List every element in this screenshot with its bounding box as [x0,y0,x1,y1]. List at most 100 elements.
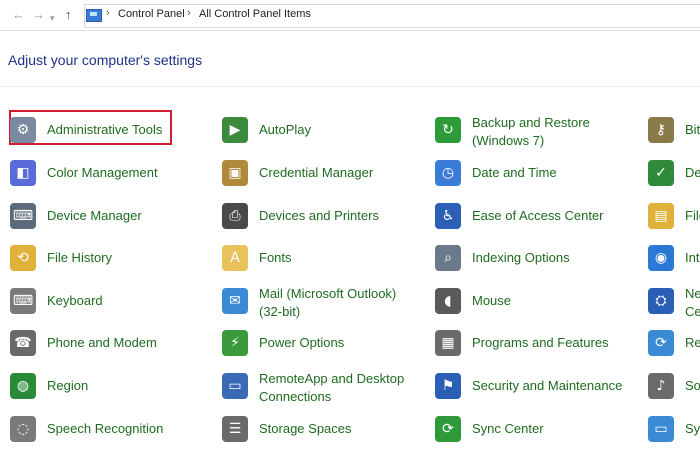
control-panel-item-label[interactable]: Programs and Features [472,334,609,352]
control-panel-item[interactable]: ▭ RemoteApp and Desktop Connections [222,370,427,412]
control-panel-item-label[interactable]: Speech Recognition [47,420,163,438]
control-panel-item-label[interactable]: Ne Ce [685,285,700,321]
control-panel-item[interactable]: ▤ File [648,200,700,242]
control-panel-item[interactable]: ⚙ Administrative Tools [10,114,215,156]
control-panel-item-label[interactable]: File [685,207,700,225]
breadcrumb-control-panel[interactable]: Control Panel [118,8,185,20]
icon-glyph: ▦ [441,335,455,351]
icon-glyph: ⌨ [12,208,34,224]
control-panel-item[interactable]: ⚡ Power Options [222,327,427,369]
control-panel-item[interactable]: A Fonts [222,242,427,284]
control-panel-item-label[interactable]: Phone and Modem [47,334,157,352]
control-panel-item-label[interactable]: Color Management [47,164,158,182]
icon-glyph: A [230,250,240,266]
backup-restore-icon: ↻ [435,117,461,143]
indexing-options-icon: ⌕ [435,245,461,271]
icon-glyph: ⌕ [444,250,452,266]
control-panel-item[interactable]: ◖ Mouse [435,285,640,327]
control-panel-item-label[interactable]: Sync Center [472,420,544,438]
icon-glyph: ⚑ [441,378,455,394]
control-panel-item-label[interactable]: Int [685,249,699,267]
control-panel-item-label[interactable]: Indexing Options [472,249,570,267]
page-title: Adjust your computer's settings [8,52,203,68]
credential-manager-icon: ▣ [222,160,248,186]
control-panel-item-label[interactable]: Keyboard [47,292,103,310]
control-panel-item-label[interactable]: AutoPlay [259,121,311,139]
control-panel-item[interactable]: ✉ Mail (Microsoft Outlook) (32-bit) [222,285,427,327]
up-arrow-icon[interactable]: ↑ [65,7,72,23]
back-arrow-icon[interactable]: ← [12,7,25,23]
control-panel-item[interactable]: ⚑ Security and Maintenance [435,370,640,412]
control-panel-item-label[interactable]: Date and Time [472,164,557,182]
control-panel-item[interactable]: ↻ Backup and Restore (Windows 7) [435,114,640,156]
control-panel-item[interactable]: ☎ Phone and Modem [10,327,215,369]
control-panel-item-label[interactable]: Power Options [259,334,344,352]
control-panel-item-label[interactable]: Device Manager [47,207,142,225]
icon-glyph: ⌨ [12,293,34,309]
icon-glyph: ⟳ [442,421,454,437]
devices-printers-icon: ⎙ [222,203,248,229]
control-panel-item-label[interactable]: Mail (Microsoft Outlook) (32-bit) [259,285,396,321]
control-panel-item[interactable]: ◷ Date and Time [435,157,640,199]
label-line: (32-bit) [259,304,301,319]
chevron-down-icon[interactable]: ▾ [50,10,55,26]
control-panel-item[interactable]: ▭ Sy [648,413,700,455]
control-panel-item[interactable]: ⎙ Devices and Printers [222,200,427,242]
control-panel-item-label[interactable]: Administrative Tools [47,121,162,139]
control-panel-item[interactable]: ♿ Ease of Access Center [435,200,640,242]
control-panel-item-label[interactable]: Region [47,377,88,395]
file-explorer-options-icon: ▤ [648,203,674,229]
icon-glyph: ◌ [16,421,30,437]
sound-icon: ♪ [648,373,674,399]
fonts-icon: A [222,245,248,271]
control-panel-item-label[interactable]: Credential Manager [259,164,373,182]
control-panel-item[interactable]: ▣ Credential Manager [222,157,427,199]
control-panel-item[interactable]: ♪ So [648,370,700,412]
breadcrumb-separator-icon[interactable]: › [106,7,110,19]
control-panel-item[interactable]: ▦ Programs and Features [435,327,640,369]
control-panel-item-label[interactable]: Devices and Printers [259,207,379,225]
control-panel-item[interactable]: ◧ Color Management [10,157,215,199]
control-panel-item[interactable]: ⟲ File History [10,242,215,284]
icon-glyph: ⚷ [655,122,667,138]
control-panel-icon [86,9,102,22]
control-panel-item[interactable]: ✓ De [648,157,700,199]
mail-icon: ✉ [222,288,248,314]
control-panel-item-label[interactable]: So [685,377,700,395]
icon-glyph: ⚡ [230,335,240,351]
control-panel-item-label[interactable]: Sy [685,420,700,438]
control-panel-item[interactable]: ◌ Speech Recognition [10,413,215,455]
control-panel-item-label[interactable]: Bit [685,121,700,139]
icon-glyph: ✉ [229,293,241,309]
control-panel-item-label[interactable]: Ease of Access Center [472,207,604,225]
control-panel-item-label[interactable]: Storage Spaces [259,420,352,438]
control-panel-item[interactable]: ▶ AutoPlay [222,114,427,156]
storage-spaces-icon: ☰ [222,416,248,442]
ease-of-access-icon: ♿ [435,203,461,229]
control-panel-item[interactable]: ◉ Int [648,242,700,284]
icon-glyph: ◍ [16,378,30,394]
breadcrumb-all-items[interactable]: All Control Panel Items [199,8,311,20]
control-panel-item[interactable]: ⚷ Bit [648,114,700,156]
control-panel-item-label[interactable]: Security and Maintenance [472,377,622,395]
phone-modem-icon: ☎ [10,330,36,356]
breadcrumb-separator-icon[interactable]: › [187,7,191,19]
control-panel-item[interactable]: ⌕ Indexing Options [435,242,640,284]
control-panel-item-label[interactable]: Backup and Restore (Windows 7) [472,114,590,150]
control-panel-item[interactable]: ⛭ Ne Ce [648,285,700,327]
control-panel-item-label[interactable]: Mouse [472,292,511,310]
control-panel-item-label[interactable]: Fonts [259,249,292,267]
forward-arrow-icon[interactable]: → [32,7,45,23]
system-icon: ▭ [648,416,674,442]
control-panel-item[interactable]: ⌨ Device Manager [10,200,215,242]
control-panel-item[interactable]: ◍ Region [10,370,215,412]
control-panel-item[interactable]: ⌨ Keyboard [10,285,215,327]
control-panel-item-label[interactable]: RemoteApp and Desktop Connections [259,370,404,406]
control-panel-item-label[interactable]: De [685,164,700,182]
control-panel-item[interactable]: ☰ Storage Spaces [222,413,427,455]
control-panel-item-label[interactable]: Re [685,334,700,352]
control-panel-item[interactable]: ⟳ Sync Center [435,413,640,455]
control-panel-item[interactable]: ⟳ Re [648,327,700,369]
icon-glyph: ◖ [444,293,452,309]
control-panel-item-label[interactable]: File History [47,249,112,267]
